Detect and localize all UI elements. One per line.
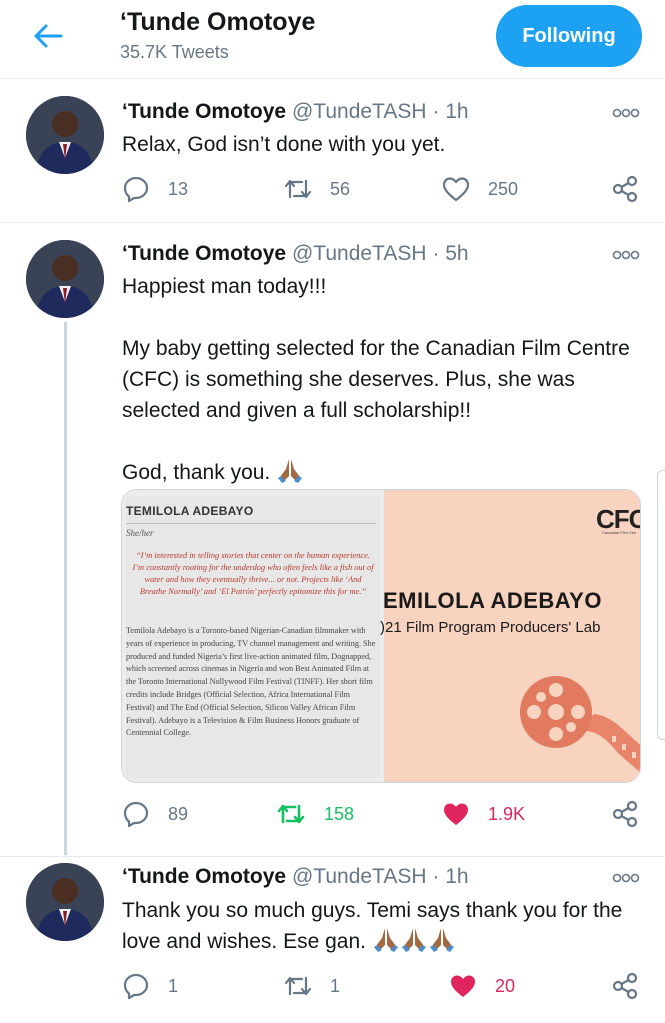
- reply-icon: [123, 973, 149, 1000]
- like-button[interactable]: 1.9K: [442, 799, 525, 829]
- author-name[interactable]: ‘Tunde Omotoye: [122, 242, 286, 265]
- like-icon: [451, 975, 475, 997]
- timestamp[interactable]: 1h: [445, 100, 468, 123]
- sheet-name: TEMILOLA ADEBAYO: [126, 504, 254, 518]
- separator: ·: [432, 865, 440, 888]
- reply-button[interactable]: 1: [122, 971, 178, 1001]
- retweet-icon: [277, 804, 305, 824]
- tweet-actions: 89 158 1.9K: [0, 799, 665, 829]
- sheet-quote: “I’m interested in telling stories that …: [132, 551, 374, 596]
- tweet-paragraph: God, thank you.: [122, 457, 642, 488]
- back-button[interactable]: [30, 20, 66, 52]
- share-icon: [612, 175, 638, 203]
- tweet-image[interactable]: TEMILOLA ADEBAYO She/her “I’m interested…: [121, 489, 641, 783]
- reply-button[interactable]: 13: [122, 174, 188, 204]
- timestamp[interactable]: 5h: [445, 242, 468, 265]
- image-right-panel: CFC Canadian Film Cen EMILOLA ADEBAYO )2…: [380, 490, 640, 782]
- avatar[interactable]: [26, 863, 104, 941]
- retweet-icon: [284, 976, 312, 996]
- share-button[interactable]: [611, 174, 639, 204]
- reply-count: 1: [168, 975, 179, 996]
- tweet-text: Happiest man today!!! My baby getting se…: [122, 271, 642, 488]
- avatar[interactable]: [26, 96, 104, 174]
- tweet-header: ‘Tunde Omotoye @TundeTASH · 5h: [122, 242, 469, 266]
- like-button[interactable]: 20: [449, 971, 515, 1001]
- profile-header: ‘Tunde Omotoye 35.7K Tweets Following: [0, 0, 665, 79]
- sheet-bio: Temilola Adebayo is a Toronto-based Nige…: [126, 626, 376, 738]
- film-reel-icon: [520, 676, 640, 773]
- like-count: 1.9K: [488, 803, 526, 824]
- folded-hands-emoji: [401, 928, 426, 952]
- folded-hands-emoji: [429, 928, 454, 952]
- more-icon[interactable]: [612, 250, 640, 260]
- author-name[interactable]: ‘Tunde Omotoye: [122, 100, 286, 123]
- poster-title: EMILOLA ADEBAYO: [383, 588, 602, 613]
- like-icon: [442, 177, 470, 202]
- tweet[interactable]: ‘Tunde Omotoye @TundeTASH · 1h Thank you…: [0, 857, 665, 1023]
- like-icon: [444, 803, 468, 825]
- retweet-button[interactable]: 1: [284, 971, 340, 1001]
- share-button[interactable]: [611, 799, 639, 829]
- tweet-count: 35.7K Tweets: [120, 42, 229, 62]
- following-button[interactable]: Following: [496, 5, 642, 67]
- retweet-count: 158: [324, 803, 355, 824]
- tweet-actions: 1 1 20: [0, 971, 665, 1001]
- back-arrow-icon: [34, 24, 63, 48]
- retweet-count: 56: [330, 178, 351, 199]
- like-count: 250: [488, 178, 519, 199]
- share-icon: [612, 800, 638, 828]
- profile-name: ‘Tunde Omotoye: [120, 8, 316, 36]
- tweet-paragraph: My baby getting selected for the Canadia…: [122, 337, 630, 422]
- cfc-logo-subtext: Canadian Film Cen: [602, 530, 637, 535]
- scrollbar[interactable]: [657, 470, 665, 740]
- image-left-panel: TEMILOLA ADEBAYO She/her “I’m interested…: [122, 490, 384, 782]
- author-name[interactable]: ‘Tunde Omotoye: [122, 865, 286, 888]
- share-icon: [612, 972, 638, 1000]
- tweet-sentence: God, thank you.: [122, 461, 271, 484]
- tweet-paragraph: Thank you so much guys. Temi says thank …: [122, 895, 642, 957]
- poster-subtitle: )21 Film Program Producers' Lab: [380, 619, 601, 636]
- reply-button[interactable]: 89: [122, 799, 188, 829]
- retweet-count: 1: [330, 975, 341, 996]
- folded-hands-emoji: [373, 928, 398, 952]
- retweet-button[interactable]: 158: [276, 799, 354, 829]
- sheet-rule: [126, 523, 376, 524]
- reply-count: 89: [168, 803, 189, 824]
- like-button[interactable]: 250: [442, 174, 518, 204]
- tweet-paragraph: Relax, God isn’t done with you yet.: [122, 133, 446, 156]
- more-icon[interactable]: [612, 873, 640, 883]
- sheet-pronouns: She/her: [126, 528, 154, 538]
- author-handle[interactable]: @TundeTASH: [292, 865, 427, 888]
- tweet-header: ‘Tunde Omotoye @TundeTASH · 1h: [122, 865, 469, 889]
- reply-count: 13: [168, 178, 189, 199]
- author-handle[interactable]: @TundeTASH: [292, 242, 427, 265]
- retweet-icon: [284, 179, 312, 199]
- tweet[interactable]: ‘Tunde Omotoye @TundeTASH · 1h Relax, Go…: [0, 80, 665, 222]
- tweet-paragraph: Happiest man today!!!: [122, 275, 327, 298]
- separator: ·: [432, 242, 440, 265]
- author-handle[interactable]: @TundeTASH: [292, 100, 427, 123]
- separator: ·: [432, 100, 440, 123]
- avatar[interactable]: [26, 240, 104, 318]
- share-button[interactable]: [611, 971, 639, 1001]
- reply-icon: [123, 801, 149, 828]
- tweet-text: Thank you so much guys. Temi says thank …: [122, 895, 642, 957]
- reply-icon: [123, 176, 149, 203]
- tweet-actions: 13 56 250: [0, 174, 665, 204]
- timestamp[interactable]: 1h: [445, 865, 468, 888]
- tweet-text: Relax, God isn’t done with you yet.: [122, 129, 642, 160]
- folded-hands-emoji: [278, 459, 303, 483]
- more-icon[interactable]: [612, 108, 640, 118]
- retweet-button[interactable]: 56: [284, 174, 350, 204]
- tweet-header: ‘Tunde Omotoye @TundeTASH · 1h: [122, 100, 469, 124]
- like-count: 20: [495, 975, 516, 996]
